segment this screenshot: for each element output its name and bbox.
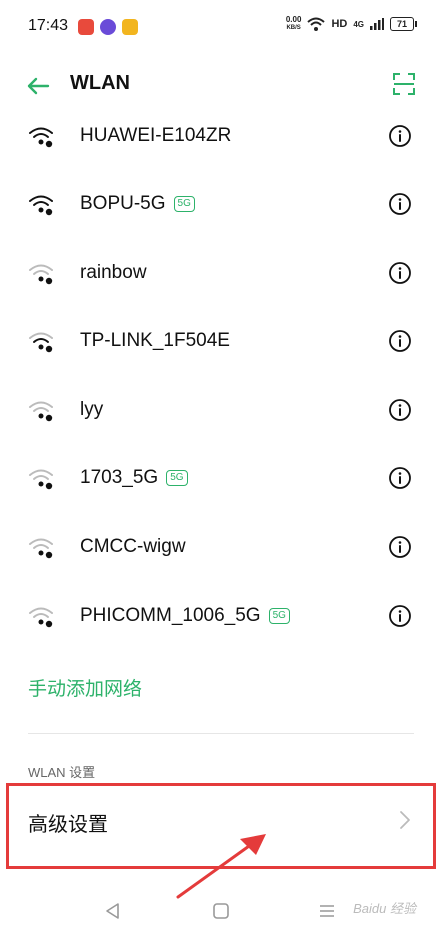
wifi-status-icon [307, 17, 326, 31]
ssid-label: rainbow [80, 262, 147, 283]
wifi-locked-icon [29, 401, 53, 422]
info-icon[interactable] [388, 329, 412, 353]
section-header: WLAN 设置 [28, 765, 96, 780]
info-icon[interactable] [388, 398, 412, 422]
add-network-manually-link[interactable]: 手动添加网络 [28, 674, 142, 701]
ssid-label: lyy [80, 399, 104, 420]
signal-label: 4G [353, 19, 364, 29]
ssid-label-wrap: lyy [80, 399, 103, 421]
info-icon[interactable] [388, 466, 412, 490]
page-title: WLAN [70, 72, 130, 94]
wifi-locked-icon [29, 195, 53, 216]
notification-yellow-icon [122, 19, 138, 35]
ssid-label: BOPU-5G [80, 193, 166, 214]
wifi-locked-icon [29, 538, 53, 559]
ssid-label: 1703_5G [80, 467, 159, 488]
wifi-network-row[interactable]: HUAWEI-E104ZR [0, 103, 442, 171]
status-bar: 17:43 0.00 KB/S HD 4G 71 [0, 0, 442, 54]
ssid-label: HUAWEI-E104ZR [80, 125, 232, 146]
signal-bars-icon [370, 18, 384, 30]
wifi-locked-icon [29, 332, 53, 353]
battery-icon: 71 [390, 17, 417, 31]
nav-menu-icon[interactable] [318, 902, 336, 920]
wifi-locked-icon [29, 469, 53, 490]
wifi-locked-icon [29, 607, 53, 628]
ssid-label-wrap: PHICOMM_1006_5G 5G [80, 605, 290, 627]
wifi-network-row[interactable]: PHICOMM_1006_5G 5G [0, 583, 442, 651]
ssid-label-wrap: HUAWEI-E104ZR [80, 125, 231, 147]
wifi-network-row[interactable]: TP-LINK_1F504E [0, 308, 442, 376]
info-icon[interactable] [388, 604, 412, 628]
hd-label: HD [331, 18, 348, 30]
net-speed-unit: KB/S [286, 25, 301, 31]
ssid-label-wrap: rainbow [80, 262, 147, 284]
watermark: Baidu 经验 [353, 901, 416, 916]
ssid-label: TP-LINK_1F504E [80, 330, 230, 351]
status-indicators: 0.00 KB/S HD 4G 71 [286, 16, 417, 32]
system-nav-bar: Baidu 经验 [0, 880, 442, 937]
back-arrow-icon[interactable] [24, 72, 52, 100]
ssid-label: CMCC-wigw [80, 536, 186, 557]
ssid-label-wrap: TP-LINK_1F504E [80, 330, 230, 352]
wifi-network-row[interactable]: lyy [0, 377, 442, 445]
notification-app-icon [78, 19, 94, 35]
wifi-locked-icon [29, 127, 53, 148]
battery-level: 71 [396, 19, 407, 29]
ssid-label-wrap: CMCC-wigw [80, 536, 186, 558]
info-icon[interactable] [388, 535, 412, 559]
ssid-label-wrap: BOPU-5G 5G [80, 193, 195, 215]
divider [28, 733, 414, 734]
ssid-label-wrap: 1703_5G 5G [80, 467, 188, 489]
wifi-network-row[interactable]: CMCC-wigw [0, 514, 442, 582]
info-icon[interactable] [388, 124, 412, 148]
status-time: 17:43 [28, 17, 69, 34]
net-speed: 0.00 KB/S [286, 16, 302, 32]
badge-5g: 5G [166, 470, 188, 486]
nav-home-icon[interactable] [212, 902, 230, 920]
badge-5g: 5G [268, 608, 290, 624]
nav-back-icon[interactable] [104, 902, 122, 920]
badge-5g: 5G [173, 196, 195, 212]
wifi-network-row[interactable]: BOPU-5G 5G [0, 171, 442, 239]
net-speed-value: 0.00 [285, 15, 302, 24]
ssid-label: PHICOMM_1006_5G [80, 605, 261, 626]
notification-circle-icon [100, 19, 116, 35]
info-icon[interactable] [388, 192, 412, 216]
wifi-network-row[interactable]: 1703_5G 5G [0, 445, 442, 513]
wifi-network-row[interactable]: rainbow [0, 240, 442, 308]
info-icon[interactable] [388, 261, 412, 285]
scan-qr-icon[interactable] [392, 72, 416, 96]
wifi-locked-icon [29, 264, 53, 285]
